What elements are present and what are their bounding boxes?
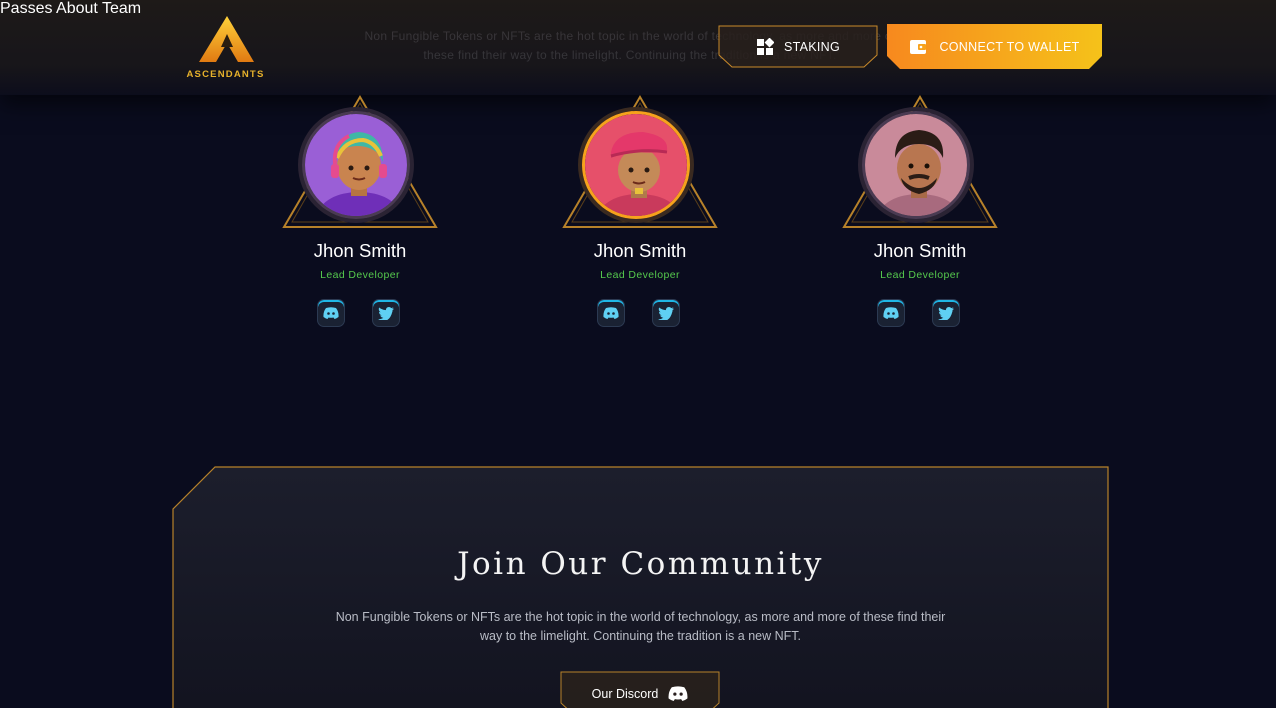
staking-button[interactable]: STAKING [718,25,878,68]
member-name: Jhon Smith [593,240,687,261]
brand-wordmark: ASCENDANTS [186,69,265,80]
nav-passes[interactable]: Passes [0,0,52,17]
discord-icon [603,307,619,319]
member-role: Lead Developer [320,269,400,281]
page: Non Fungible Tokens or NFTs are the hot … [0,0,1276,708]
community-description: Non Fungible Tokens or NFTs are the hot … [335,610,946,643]
connect-wallet-button[interactable]: CONNECT TO WALLET [887,24,1102,69]
twitter-icon [938,306,954,320]
logo-a-icon [199,16,254,62]
member-role: Lead Developer [600,269,680,281]
member-avatar [582,111,690,219]
our-discord-button[interactable]: Our Discord [560,671,720,708]
connect-wallet-label: CONNECT TO WALLET [939,39,1080,54]
discord-link[interactable] [597,299,625,327]
header: Non Fungible Tokens or NFTs are the hot … [0,0,1276,95]
twitter-link[interactable] [372,299,400,327]
discord-link[interactable] [877,299,905,327]
discord-icon [883,307,899,319]
nav-about[interactable]: About [56,0,98,17]
member-avatar [862,111,970,219]
twitter-icon [378,306,394,320]
team-member-card: Jhon Smith Lead Developer [280,95,440,335]
our-discord-label: Our Discord [591,686,659,701]
member-avatar [302,111,410,219]
nav-team[interactable]: Team [102,0,141,17]
discord-link[interactable] [317,299,345,327]
wallet-icon [910,39,927,54]
member-name: Jhon Smith [313,240,407,261]
staking-grid-icon [756,37,774,55]
twitter-link[interactable] [932,299,960,327]
twitter-link[interactable] [652,299,680,327]
brand-logo[interactable]: ASCENDANTS [178,14,273,80]
team-member-card: Jhon Smith Lead Developer [560,95,720,335]
discord-icon [323,307,339,319]
team-member-card: Jhon Smith Lead Developer [840,95,1000,335]
twitter-icon [658,306,674,320]
community-title: Join Our Community [457,546,824,582]
member-role: Lead Developer [880,269,960,281]
staking-label: STAKING [783,39,841,54]
community-section: Join Our Community Non Fungible Tokens o… [172,466,1109,708]
discord-icon [668,686,688,701]
member-name: Jhon Smith [873,240,967,261]
